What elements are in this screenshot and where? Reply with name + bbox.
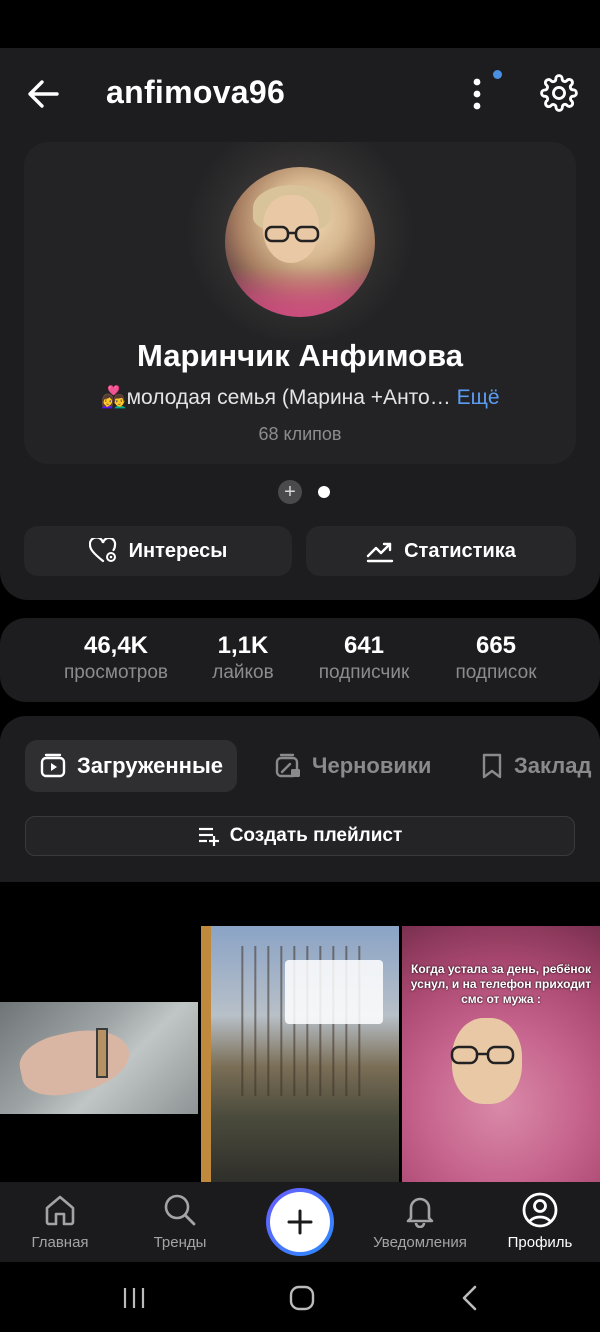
bio-more-link[interactable]: Ещё xyxy=(457,386,500,409)
profile-top-panel: anfimova96 Маринчик Анфимова xyxy=(0,48,600,600)
tab-uploaded-label: Загруженные xyxy=(77,753,223,778)
tab-drafts-label: Черновики xyxy=(312,753,432,778)
profile-bio: 👩‍❤️‍👨молодая семья (Марина +Анто… Ещё xyxy=(24,386,576,410)
stat-value: 1,1K xyxy=(217,632,269,659)
create-clip-button[interactable] xyxy=(266,1188,334,1256)
clip-bottle xyxy=(96,1028,108,1078)
display-name: Маринчик Анфимова xyxy=(137,338,463,373)
gear-icon xyxy=(540,74,578,112)
tab-bookmarks-label: Заклад xyxy=(514,753,592,778)
statistics-label: Статистика xyxy=(404,539,516,562)
stat-label: подписчик xyxy=(318,662,410,683)
pager-add-button[interactable]: + xyxy=(278,480,302,504)
bottom-navigation: Главная Тренды Уведомления Профиль xyxy=(0,1182,600,1262)
profile-pager: + xyxy=(0,480,600,504)
create-playlist-button[interactable]: Создать плейлист xyxy=(25,816,575,856)
status-bar xyxy=(0,0,600,48)
clip-hand xyxy=(14,1021,136,1103)
clip-image-window xyxy=(201,926,399,1182)
avatar-glasses xyxy=(264,225,320,243)
stat-following[interactable]: 665 подписок xyxy=(444,632,548,684)
more-vertical-icon xyxy=(473,78,481,110)
recent-apps-button[interactable] xyxy=(114,1280,154,1316)
playlist-add-icon xyxy=(198,827,219,846)
stats-panel: 46,4K просмотров 1,1K лайков 641 подписч… xyxy=(0,618,600,702)
clip-thumbnail[interactable] xyxy=(201,882,399,1182)
nav-notifications-label: Уведомления xyxy=(373,1234,467,1251)
recent-apps-icon xyxy=(123,1288,145,1308)
video-icon xyxy=(40,753,66,778)
interests-label: Интересы xyxy=(128,539,228,562)
stat-views[interactable]: 46,4K просмотров xyxy=(56,632,176,684)
chevron-left-icon xyxy=(462,1285,477,1311)
clip-image-perfume xyxy=(0,1002,198,1114)
home-square-icon xyxy=(289,1285,315,1311)
clip-image-selfie: Когда устала за день, ребёнок уснул, и н… xyxy=(402,926,600,1182)
stat-label: лайков xyxy=(212,662,274,683)
nav-trends-label: Тренды xyxy=(153,1234,207,1251)
clip-thumbnail[interactable] xyxy=(0,882,198,1182)
profile-username: anfimova96 xyxy=(106,74,286,110)
nav-profile[interactable]: Профиль xyxy=(480,1182,600,1262)
nav-profile-label: Профиль xyxy=(507,1234,573,1251)
tab-drafts[interactable]: Черновики xyxy=(260,740,445,792)
clip-weather-sticker xyxy=(285,960,383,1024)
trend-chart-icon xyxy=(366,542,394,563)
nav-notifications[interactable]: Уведомления xyxy=(360,1182,480,1262)
notification-dot xyxy=(493,70,502,79)
stat-label: просмотров xyxy=(63,662,169,683)
create-playlist-label: Создать плейлист xyxy=(229,825,403,846)
bio-emoji: 👩‍❤️‍👨 xyxy=(100,386,127,409)
draft-lock-icon xyxy=(275,753,300,778)
back-button[interactable] xyxy=(22,72,66,116)
profile-icon xyxy=(522,1192,558,1228)
home-icon xyxy=(45,1195,75,1226)
tab-bookmarks[interactable]: Заклад xyxy=(466,740,600,792)
bookmark-icon xyxy=(482,753,502,779)
home-system-button[interactable] xyxy=(282,1280,322,1316)
stat-label: подписок xyxy=(455,662,537,683)
clips-grid: Когда устала за день, ребёнок уснул, и н… xyxy=(0,882,600,1182)
profile-header: anfimova96 xyxy=(0,48,600,138)
clip-glasses xyxy=(450,1045,515,1065)
more-options-button[interactable] xyxy=(460,70,494,118)
bio-text: молодая семья (Марина +Анто… xyxy=(126,386,451,409)
search-icon xyxy=(164,1194,196,1226)
heart-gear-icon xyxy=(88,538,116,563)
nav-home[interactable]: Главная xyxy=(0,1182,120,1262)
statistics-button[interactable]: Статистика xyxy=(306,526,576,576)
stat-value: 46,4K xyxy=(83,632,149,659)
nav-trends[interactable]: Тренды xyxy=(120,1182,240,1262)
arrow-left-icon xyxy=(28,80,59,108)
avatar[interactable] xyxy=(225,167,375,317)
plus-icon xyxy=(287,1209,313,1235)
stat-value: 641 xyxy=(343,632,385,659)
nav-home-label: Главная xyxy=(31,1234,89,1251)
avatar-hearts-overlay xyxy=(225,267,375,317)
system-navigation-bar xyxy=(0,1262,600,1332)
settings-button[interactable] xyxy=(536,70,582,116)
pager-active-dot[interactable] xyxy=(318,486,330,498)
back-system-button[interactable] xyxy=(450,1280,490,1316)
stat-followers[interactable]: 641 подписчик xyxy=(306,632,422,684)
clips-count: 68 клипов xyxy=(258,424,342,444)
clip-caption: Когда устала за день, ребёнок уснул, и н… xyxy=(410,962,592,1006)
stat-value: 665 xyxy=(475,632,517,659)
clip-window-frame xyxy=(201,926,211,1182)
tab-uploaded[interactable]: Загруженные xyxy=(25,740,237,792)
interests-button[interactable]: Интересы xyxy=(24,526,292,576)
bell-icon xyxy=(406,1197,434,1228)
clip-thumbnail[interactable]: Когда устала за день, ребёнок уснул, и н… xyxy=(402,882,600,1182)
profile-card: Маринчик Анфимова 👩‍❤️‍👨молодая семья (М… xyxy=(24,142,576,464)
stat-likes[interactable]: 1,1K лайков xyxy=(196,632,290,684)
